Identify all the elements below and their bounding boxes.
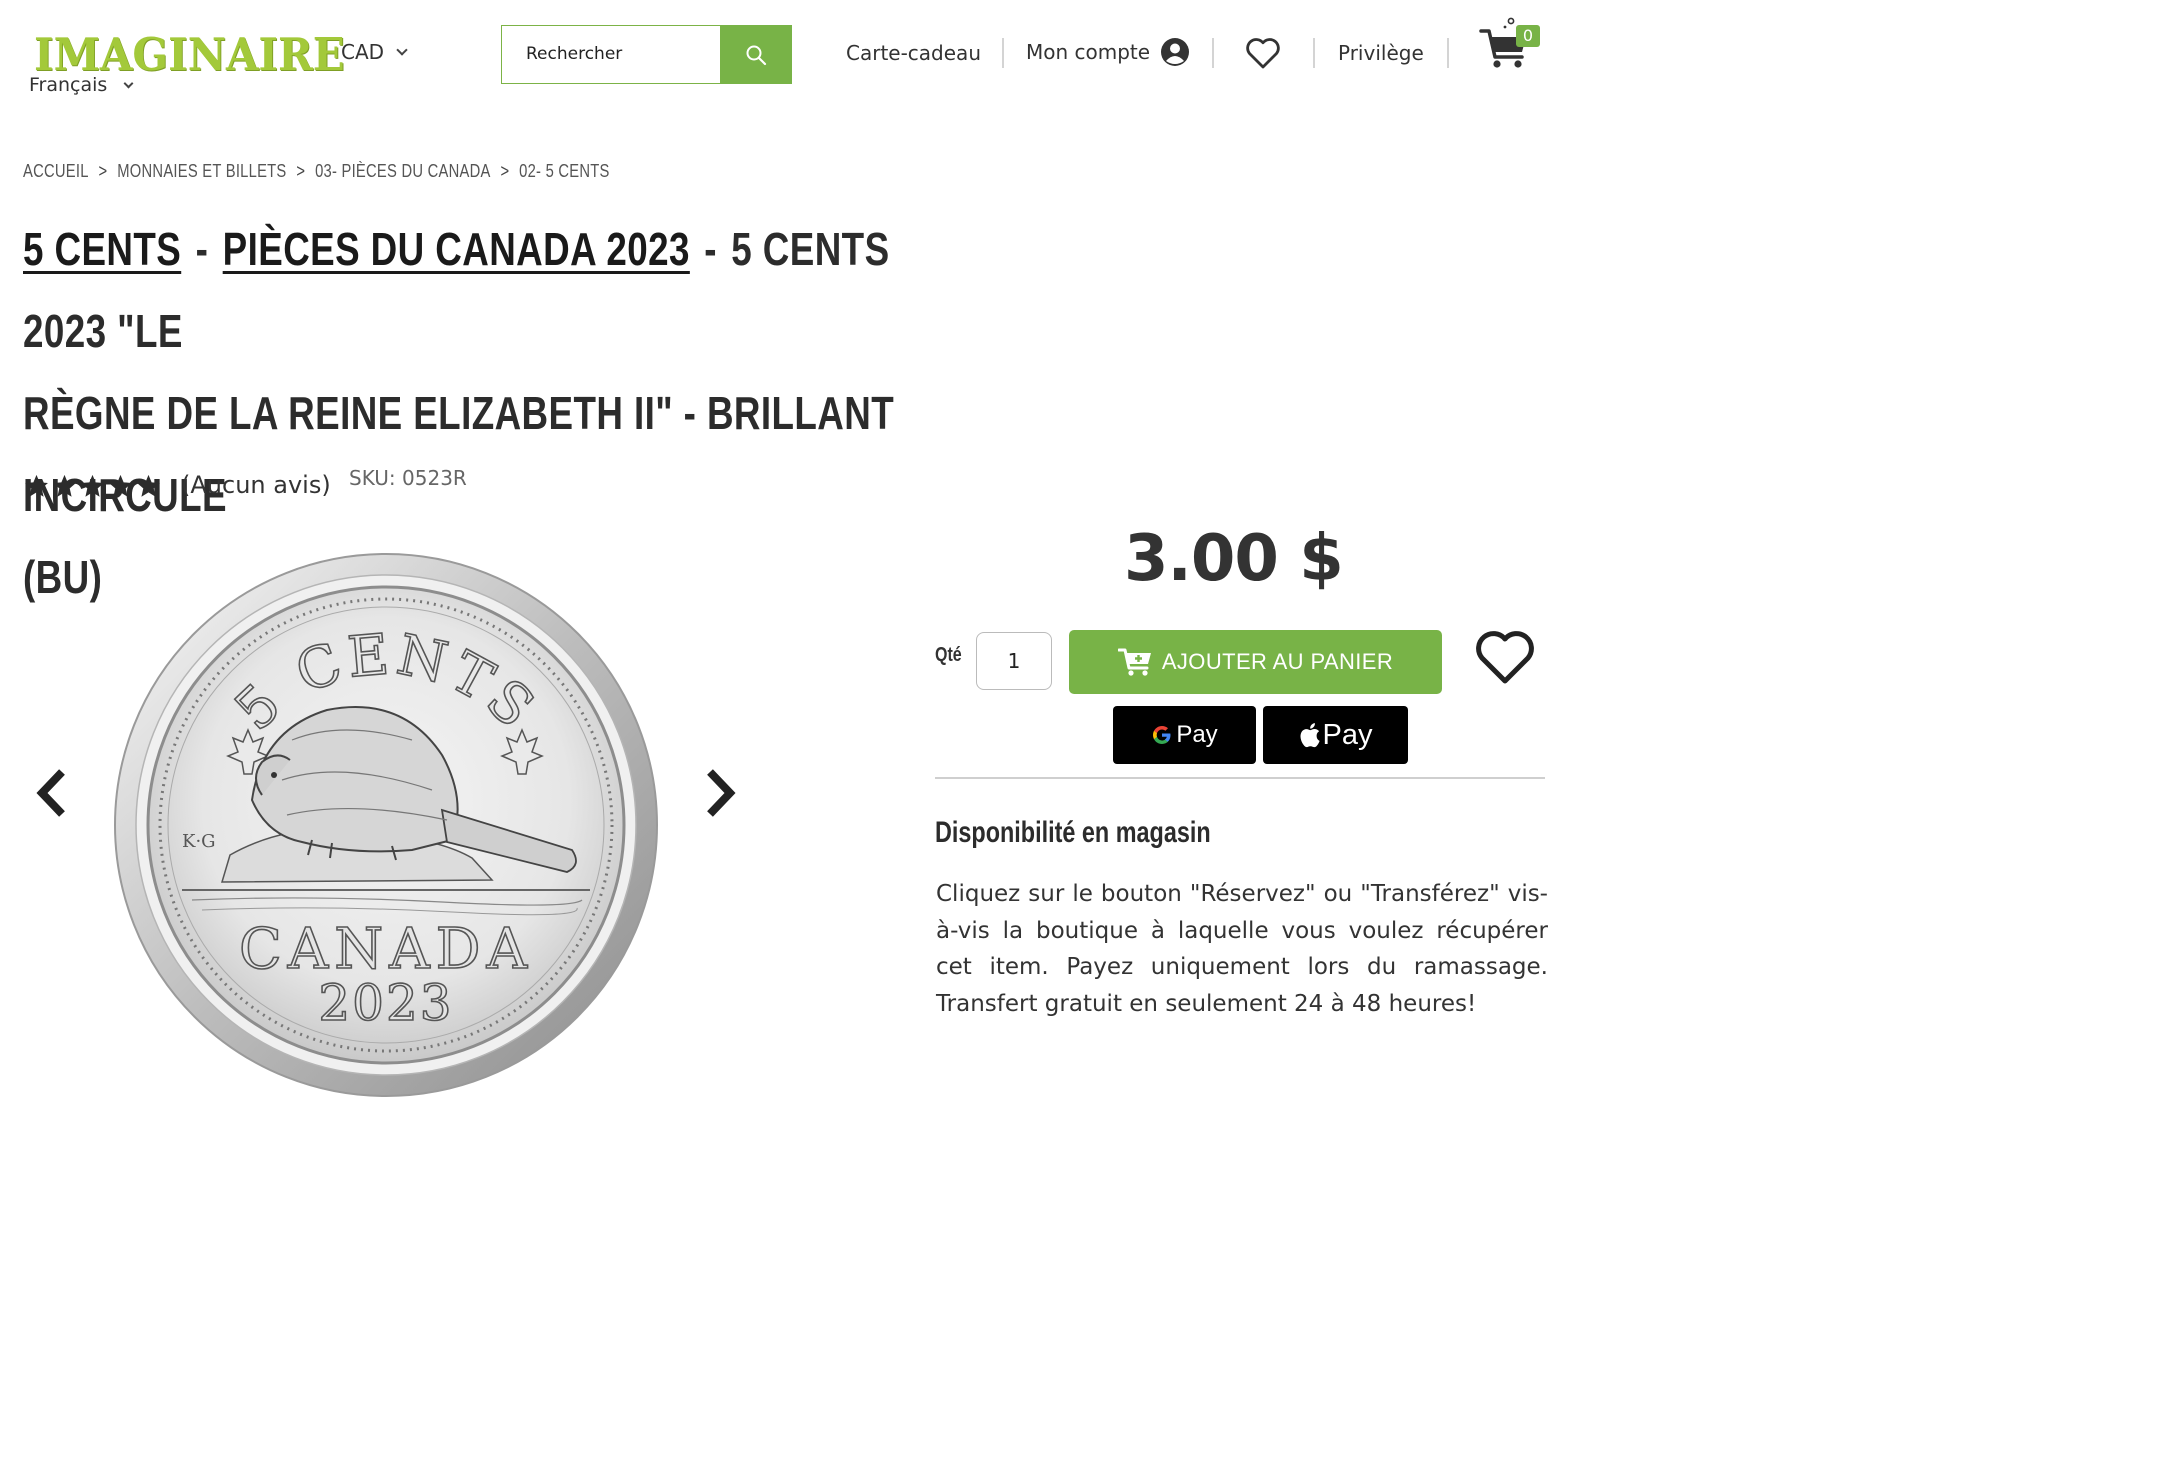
user-icon bbox=[1161, 38, 1190, 66]
cart-plus-icon bbox=[1117, 648, 1151, 676]
chevron-right-icon bbox=[707, 769, 736, 817]
title-separator: - bbox=[195, 223, 209, 275]
account-label: Mon compte bbox=[1026, 40, 1151, 64]
search-button[interactable] bbox=[720, 25, 792, 84]
coin-country: CANADA bbox=[239, 917, 533, 982]
heart-icon bbox=[1476, 631, 1534, 684]
sku-value: 0523R bbox=[402, 466, 467, 490]
sku: SKU: 0523R bbox=[349, 466, 467, 490]
title-link-canada-coins[interactable]: PIÈCES DU CANADA 2023 bbox=[223, 223, 690, 275]
apple-pay-button[interactable]: Pay bbox=[1263, 706, 1408, 764]
title-text-line2: RÈGNE DE LA REINE ELIZABETH II" - BRILLA… bbox=[23, 387, 895, 521]
apple-pay-label: Pay bbox=[1322, 718, 1373, 751]
search-icon bbox=[746, 45, 767, 65]
quantity-input[interactable]: 1 bbox=[976, 632, 1052, 690]
title-link-5-cents[interactable]: 5 CENTS bbox=[23, 223, 181, 275]
store-availability-title: Disponibilité en magasin bbox=[935, 816, 1211, 849]
breadcrumb-coins-bills[interactable]: MONNAIES ET BILLETS bbox=[117, 161, 286, 181]
carousel-next-button[interactable] bbox=[702, 768, 738, 822]
google-pay-label: Pay bbox=[1176, 721, 1218, 748]
chevron-down-icon bbox=[396, 44, 408, 56]
gift-card-link[interactable]: Carte-cadeau bbox=[846, 41, 981, 65]
site-header: IMAGINAIRE CAD Français Rechercher Carte… bbox=[0, 0, 1568, 110]
quantity-label: Qté bbox=[935, 644, 962, 666]
heart-icon bbox=[1246, 38, 1280, 69]
star-icon bbox=[81, 474, 104, 497]
nav-divider bbox=[1002, 38, 1004, 68]
currency-selector[interactable]: CAD bbox=[341, 40, 408, 64]
breadcrumb-separator: > bbox=[98, 161, 108, 181]
rating-stars[interactable] bbox=[24, 474, 161, 498]
account-link[interactable]: Mon compte bbox=[1026, 37, 1190, 67]
cart-count-badge: 0 bbox=[1516, 25, 1540, 47]
search-input[interactable]: Rechercher bbox=[501, 25, 721, 84]
section-divider bbox=[935, 777, 1545, 779]
carousel-prev-button[interactable] bbox=[34, 768, 70, 822]
language-label: Français bbox=[29, 74, 108, 96]
store-availability-text: Cliquez sur le bouton "Réservez" ou "Tra… bbox=[936, 881, 1548, 1017]
add-to-cart-label: AJOUTER AU PANIER bbox=[1161, 649, 1394, 674]
title-text-line3: (BU) bbox=[23, 551, 103, 603]
google-g-icon bbox=[1153, 726, 1171, 744]
breadcrumb-separator: > bbox=[500, 161, 510, 181]
add-to-cart-button[interactable]: AJOUTER AU PANIER bbox=[1069, 630, 1442, 694]
breadcrumb-canada-coins[interactable]: 03- PIÈCES DU CANADA bbox=[315, 161, 491, 181]
breadcrumb: ACCUEIL > MONNAIES ET BILLETS >03- PIÈCES D… bbox=[23, 161, 610, 182]
star-icon bbox=[109, 474, 132, 497]
language-selector[interactable]: Français bbox=[29, 74, 134, 96]
chevron-left-icon bbox=[36, 769, 65, 817]
product-price: 3.00 $ bbox=[1124, 522, 1344, 596]
google-pay-button[interactable]: Pay bbox=[1113, 706, 1256, 764]
title-separator: - bbox=[704, 223, 717, 275]
breadcrumb-home[interactable]: ACCUEIL bbox=[23, 161, 89, 181]
nav-divider bbox=[1313, 38, 1315, 68]
product-image[interactable]: 5 CENTS K·G CANADA 2023 bbox=[112, 550, 660, 1110]
reviews-link[interactable]: (Aucun avis) bbox=[181, 471, 331, 499]
chevron-down-icon bbox=[123, 78, 134, 89]
breadcrumb-separator: > bbox=[296, 161, 306, 181]
coin-initials: K·G bbox=[182, 831, 216, 852]
coin-image: 5 CENTS K·G CANADA 2023 bbox=[114, 553, 658, 1097]
breadcrumb-5-cents[interactable]: 02- 5 CENTS bbox=[519, 161, 609, 181]
sku-label: SKU: bbox=[349, 466, 396, 490]
privilege-link[interactable]: Privilège bbox=[1338, 41, 1424, 65]
star-icon bbox=[53, 474, 76, 497]
wishlist-link[interactable] bbox=[1245, 36, 1281, 74]
nav-divider bbox=[1212, 38, 1214, 68]
star-icon bbox=[25, 474, 48, 497]
star-icon bbox=[137, 474, 160, 497]
coin-year: 2023 bbox=[318, 974, 453, 1032]
nav-divider bbox=[1447, 38, 1449, 68]
apple-icon bbox=[1300, 723, 1320, 748]
add-to-wishlist-button[interactable] bbox=[1474, 628, 1536, 690]
currency-label: CAD bbox=[341, 40, 385, 64]
